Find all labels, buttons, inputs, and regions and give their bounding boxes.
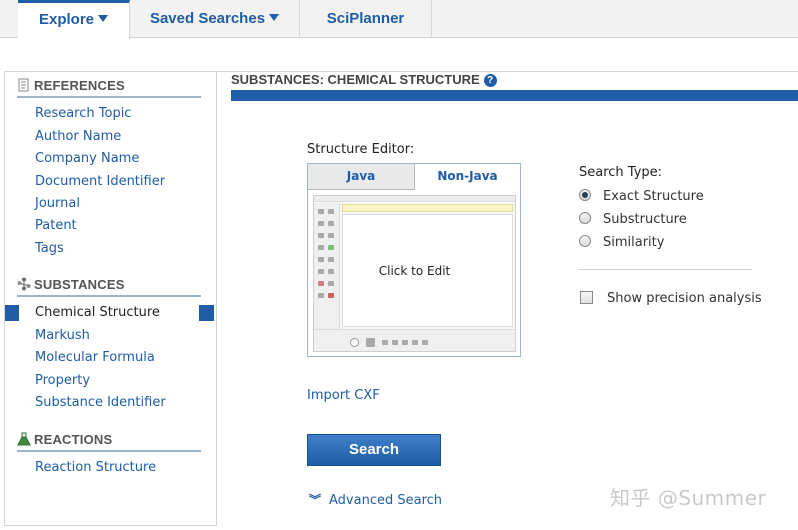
active-indicator-left	[5, 305, 19, 321]
radio-unselected-icon[interactable]	[579, 235, 591, 247]
search-type-label: Search Type:	[579, 165, 663, 180]
sidebar-heading-substances: SUBSTANCES	[17, 277, 201, 297]
tool-icon	[328, 233, 334, 238]
tool-icon	[318, 257, 324, 262]
radio-substructure[interactable]: Substructure	[579, 212, 687, 227]
flask-icon	[17, 432, 31, 446]
tab-sciplanner-label: SciPlanner	[326, 10, 405, 27]
structure-sketch-area[interactable]: Click to Edit	[313, 195, 516, 352]
tool-icon	[392, 340, 398, 345]
advanced-search-link[interactable]: ︾ Advanced Search	[309, 491, 442, 508]
sidebar-heading-label: REACTIONS	[34, 432, 113, 447]
advanced-search-label: Advanced Search	[329, 493, 443, 508]
checkbox-label: Show precision analysis	[607, 291, 762, 306]
import-cxf-link[interactable]: Import CXF	[307, 388, 380, 403]
sidebar-item-document-identifier[interactable]: Document Identifier	[35, 174, 165, 189]
tab-explore-label: Explore	[38, 11, 95, 28]
tool-icon	[318, 293, 324, 298]
tool-icon	[318, 209, 324, 214]
radio-label: Substructure	[603, 212, 687, 227]
tab-saved-searches[interactable]: Saved Searches	[130, 0, 300, 38]
sidebar-item-reaction-structure[interactable]: Reaction Structure	[35, 460, 156, 475]
divider	[579, 269, 752, 270]
tool-icon	[328, 293, 334, 298]
sidebar-heading-reactions: REACTIONS	[17, 432, 201, 452]
sidebar-item-research-topic[interactable]: Research Topic	[35, 106, 131, 121]
radio-selected-icon[interactable]	[579, 189, 591, 201]
sidebar: REFERENCES Research Topic Author Name Co…	[4, 71, 216, 526]
tool-icon	[412, 340, 418, 345]
tab-explore[interactable]: Explore	[18, 0, 130, 39]
title-underline-bar	[231, 90, 798, 101]
tab-sciplanner[interactable]: SciPlanner	[300, 0, 432, 38]
chevron-down-icon	[269, 14, 280, 21]
tool-icon	[328, 221, 334, 226]
tab-non-java[interactable]: Non-Java	[415, 164, 520, 190]
tool-icon	[318, 245, 324, 250]
tool-icon	[328, 209, 334, 214]
tool-icon	[318, 233, 324, 238]
sidebar-item-company-name[interactable]: Company Name	[35, 151, 139, 166]
checkbox-unchecked-icon[interactable]	[580, 291, 593, 304]
tool-icon	[328, 245, 334, 250]
tool-icon	[318, 221, 324, 226]
watermark: 知乎 @Summer	[610, 486, 767, 510]
ring-tool-icon	[350, 338, 359, 347]
sidebar-heading-references: REFERENCES	[17, 78, 201, 98]
tab-saved-searches-label: Saved Searches	[149, 10, 266, 27]
document-icon	[18, 78, 29, 92]
double-chevron-down-icon: ︾	[309, 493, 322, 507]
show-precision-analysis-checkbox[interactable]: Show precision analysis	[580, 291, 762, 306]
sidebar-item-property[interactable]: Property	[35, 373, 90, 388]
radio-label: Similarity	[603, 235, 665, 250]
radio-exact-structure[interactable]: Exact Structure	[579, 189, 704, 204]
structure-editor-label: Structure Editor:	[307, 142, 415, 157]
sidebar-item-patent[interactable]: Patent	[35, 218, 77, 233]
sidebar-item-markush[interactable]: Markush	[35, 328, 90, 343]
active-indicator-right	[199, 305, 214, 321]
tool-icon	[402, 340, 408, 345]
tab-java[interactable]: Java	[308, 164, 415, 190]
sidebar-item-molecular-formula[interactable]: Molecular Formula	[35, 350, 155, 365]
tool-icon	[366, 338, 375, 347]
radio-unselected-icon[interactable]	[579, 212, 591, 224]
sidebar-item-tags[interactable]: Tags	[35, 241, 64, 256]
tool-icon	[328, 281, 334, 286]
molecule-icon	[17, 277, 31, 291]
tool-icon	[422, 340, 428, 345]
sketch-info-strip	[342, 204, 513, 212]
help-icon[interactable]: ?	[483, 74, 497, 87]
click-to-edit-label: Click to Edit	[378, 264, 451, 278]
tool-icon	[318, 281, 324, 286]
page-title: SUBSTANCES: CHEMICAL STRUCTURE?	[231, 72, 497, 87]
structure-editor: Java Non-Java Click to Edit	[307, 163, 521, 357]
page-title-text: SUBSTANCES: CHEMICAL STRUCTURE	[231, 72, 480, 87]
radio-similarity[interactable]: Similarity	[579, 235, 664, 250]
top-navigation-bar: Explore Saved Searches SciPlanner	[0, 0, 798, 39]
chevron-down-icon	[98, 15, 109, 22]
sidebar-item-journal[interactable]: Journal	[35, 196, 80, 211]
sidebar-item-substance-identifier[interactable]: Substance Identifier	[35, 395, 166, 410]
sketch-toolbar-bottom	[314, 329, 515, 351]
sidebar-heading-label: SUBSTANCES	[34, 277, 125, 292]
search-button[interactable]: Search	[307, 434, 441, 466]
radio-label: Exact Structure	[603, 189, 704, 204]
main-panel: SUBSTANCES: CHEMICAL STRUCTURE? Structur…	[216, 71, 798, 526]
sidebar-item-chemical-structure[interactable]: Chemical Structure	[35, 305, 160, 320]
sketch-toolbar-top	[314, 196, 515, 202]
sidebar-heading-label: REFERENCES	[34, 78, 125, 93]
tool-icon	[382, 340, 388, 345]
sidebar-item-author-name[interactable]: Author Name	[35, 129, 121, 144]
tool-icon	[328, 257, 334, 262]
